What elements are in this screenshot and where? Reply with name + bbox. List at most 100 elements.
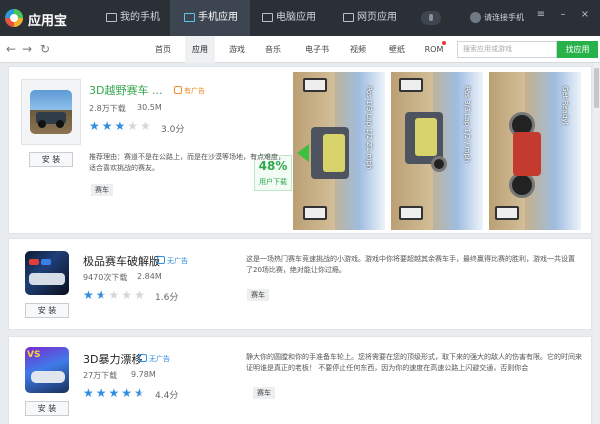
- install-button[interactable]: 安 装: [29, 152, 73, 167]
- ad-badge-label: 无广告: [149, 355, 170, 363]
- category-games[interactable]: 游戏: [224, 36, 250, 63]
- forward-icon[interactable]: →: [20, 41, 34, 57]
- window-icon: [343, 13, 354, 22]
- brake-pedal-icon: [303, 206, 327, 220]
- search-button[interactable]: 找应用: [557, 41, 598, 58]
- download-count: 27万下载: [83, 371, 118, 380]
- tab-label: 网页应用: [357, 12, 397, 23]
- app-description: 静大你的圆膛和你的手准备车轮上。您将需要在您的顶级形式，取下来的强大的敌人的伤害…: [246, 353, 582, 372]
- app-description: 推荐理由：赛道不是在公路上，而是在沙漠等场地，有点难度，适合喜欢挑战的赛友。: [89, 153, 285, 172]
- star-filled-icon: ★: [83, 288, 96, 302]
- shield-icon: [174, 86, 182, 94]
- category-tag[interactable]: 赛车: [253, 387, 275, 399]
- connect-phone-label: 请连接手机: [484, 13, 524, 22]
- download-count: 9470次下载: [83, 273, 128, 282]
- tab-label: 手机应用: [198, 12, 238, 23]
- rating-stars: ★★★★★: [83, 289, 147, 301]
- app-card: VS 安 装 3D暴力漂移 无广告 27万下载 9.78M ★★★★★ 4.4分…: [8, 336, 592, 424]
- search-input[interactable]: 搜索应用或游戏: [457, 41, 557, 58]
- brake-pedal-icon: [495, 206, 519, 220]
- app-card: 安 装 极品赛车破解版 无广告 9470次下载 2.84M ★★★★★ 1.6分…: [8, 238, 592, 330]
- gas-pedal-icon: [399, 78, 423, 92]
- star-empty-icon: ★: [134, 288, 147, 302]
- rating-stars: ★★★★★: [83, 387, 147, 399]
- app-title[interactable]: 3D暴力漂移: [83, 351, 142, 367]
- app-title[interactable]: 3D越野赛车 ...: [89, 82, 162, 98]
- rating-score: 1.6分: [155, 293, 179, 303]
- tab-pc-apps[interactable]: 电脑应用: [258, 0, 334, 36]
- category-tag[interactable]: 赛车: [91, 184, 113, 196]
- app-screenshot[interactable]: Pos 3/3 Lap 1/2 / mph: [391, 72, 483, 230]
- tab-phone-apps[interactable]: 手机应用: [170, 0, 250, 36]
- shield-icon: [157, 256, 165, 264]
- star-empty-icon: ★: [121, 288, 135, 302]
- brake-pedal-icon: [399, 206, 423, 220]
- star-empty-icon: ★: [108, 288, 122, 302]
- minimize-icon[interactable]: –: [556, 8, 570, 22]
- tab-my-phone[interactable]: 我的手机: [100, 0, 170, 36]
- app-icon[interactable]: VS: [25, 347, 69, 393]
- app-icon-frame: [21, 79, 81, 145]
- star-filled-icon: ★: [114, 119, 128, 133]
- app-logo: 应用宝: [4, 6, 84, 30]
- screenshot-hud: Get Ready!: [561, 86, 569, 126]
- tab-label: 电脑应用: [276, 12, 316, 23]
- scrollbar-track[interactable]: [594, 63, 599, 424]
- screenshot-hud: Pos 1/3 Lap 1/2 Z1 mph: [365, 86, 373, 170]
- category-ebooks[interactable]: 电子书: [301, 36, 333, 63]
- rating-score: 4.4分: [155, 391, 179, 401]
- category-video[interactable]: 视频: [345, 36, 371, 63]
- new-badge-dot: [442, 41, 446, 45]
- scrollbar-thumb[interactable]: [594, 68, 599, 108]
- app-description: 这是一场热门赛车竞速挑战的小游戏。游戏中你将要超越其余赛车手，最终赢得比赛的胜利…: [246, 255, 575, 274]
- star-empty-icon: ★: [140, 119, 153, 133]
- app-screenshot[interactable]: Pos 1/3 Lap 1/2 Z1 mph: [293, 72, 385, 230]
- download-count: 2.8万下载: [89, 104, 126, 113]
- app-name: 应用宝: [28, 14, 68, 29]
- star-filled-icon: ★: [108, 386, 122, 400]
- app-size: 2.84M: [137, 272, 162, 281]
- monitor-icon: [262, 13, 273, 22]
- category-tag[interactable]: 赛车: [247, 289, 269, 301]
- menu-icon[interactable]: ≡: [534, 8, 548, 22]
- avatar-icon: [470, 12, 481, 23]
- app-title[interactable]: 极品赛车破解版: [83, 253, 160, 269]
- tab-web-apps[interactable]: 网页应用: [341, 0, 417, 36]
- mic-icon[interactable]: [421, 11, 441, 25]
- arrow-icon: [297, 144, 309, 162]
- star-filled-icon: ★: [83, 386, 96, 400]
- app-screenshot[interactable]: Get Ready!: [489, 72, 581, 230]
- gas-pedal-icon: [303, 78, 327, 92]
- app-size: 9.78M: [131, 370, 156, 379]
- ad-badge: 无广告: [139, 354, 170, 364]
- ad-badge: 无广告: [157, 256, 188, 266]
- tab-label: 我的手机: [120, 12, 160, 23]
- screenshot-hud: Pos 3/3 Lap 1/2 / mph: [463, 86, 471, 163]
- ad-badge-label: 无广告: [167, 257, 188, 265]
- star-filled-icon: ★: [89, 119, 102, 133]
- install-button[interactable]: 安 装: [25, 303, 69, 318]
- logo-icon: [5, 9, 23, 27]
- shield-icon: [139, 354, 147, 362]
- category-music[interactable]: 音乐: [260, 36, 286, 63]
- app-size: 30.5M: [137, 103, 162, 112]
- top-bar: 应用宝 我的手机 手机应用 电脑应用 网页应用 请连接手机 ≡ – ×: [0, 0, 600, 36]
- category-apps[interactable]: 应用: [185, 36, 215, 63]
- rating-score: 3.0分: [161, 125, 185, 135]
- star-filled-icon: ★: [121, 386, 135, 400]
- phone-icon: [106, 13, 117, 22]
- rating-stars: ★★★★★: [89, 120, 153, 132]
- category-wallpaper[interactable]: 壁纸: [384, 36, 410, 63]
- app-icon[interactable]: [30, 90, 72, 134]
- star-empty-icon: ★: [127, 119, 141, 133]
- app-icon[interactable]: [25, 251, 69, 295]
- category-home[interactable]: 首页: [150, 36, 176, 63]
- close-icon[interactable]: ×: [578, 8, 592, 22]
- refresh-icon[interactable]: ↻: [38, 41, 52, 57]
- star-filled-icon: ★: [95, 386, 109, 400]
- star-half-icon: ★: [95, 288, 109, 302]
- back-icon[interactable]: ←: [4, 41, 18, 57]
- ad-badge: 有广告: [174, 86, 205, 96]
- star-filled-icon: ★: [101, 119, 115, 133]
- install-button[interactable]: 安 装: [25, 401, 69, 416]
